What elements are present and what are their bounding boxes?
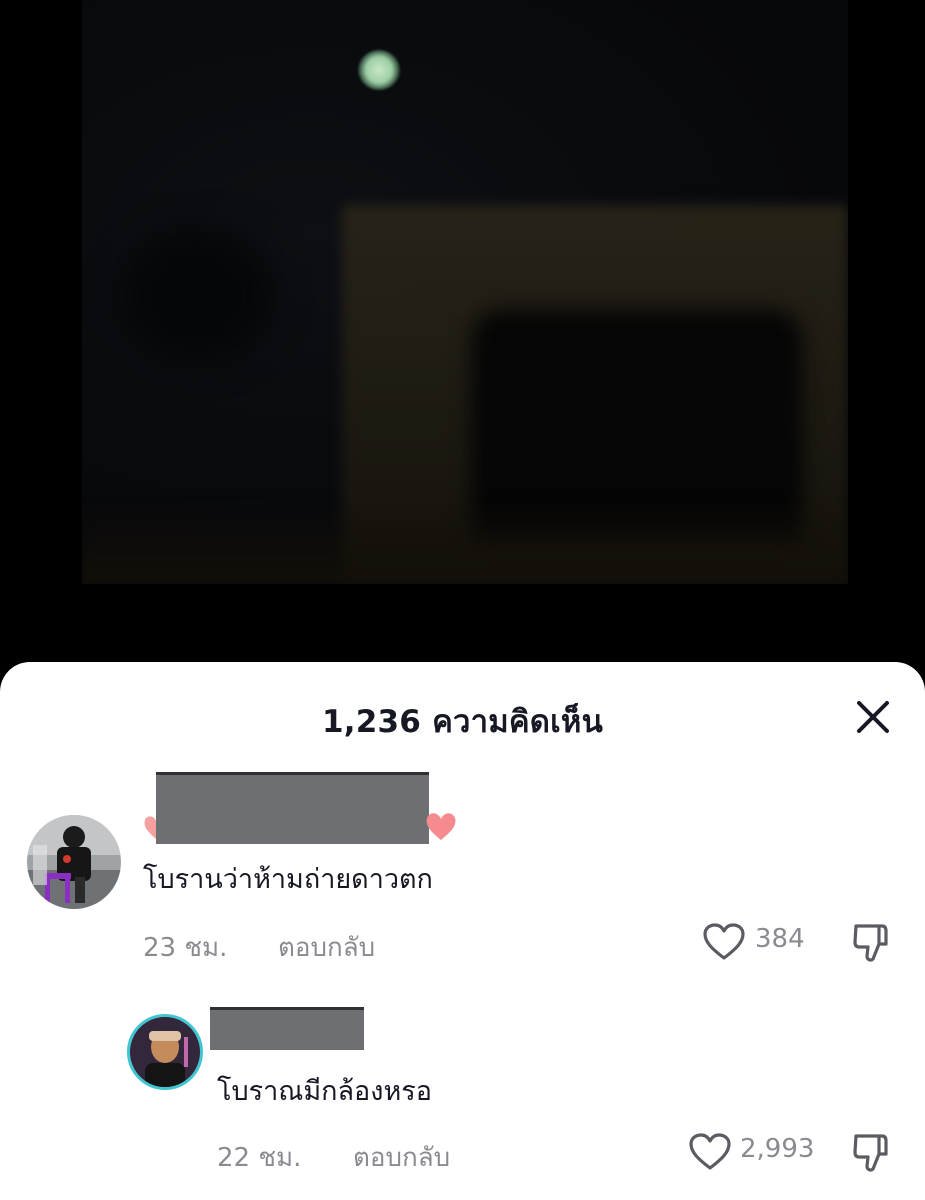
like-count: 384 xyxy=(755,924,805,954)
like-button[interactable] xyxy=(688,1132,732,1172)
comment-item: โบรานว่าห้ามถ่ายดาวตก 23 ชม. ตอบกลับ 384 xyxy=(0,772,925,982)
heart-outline-icon xyxy=(703,923,745,960)
video-floor xyxy=(82,500,848,584)
avatar-image xyxy=(27,815,121,909)
comment-text: โบรานว่าห้ามถ่ายดาวตก xyxy=(143,864,433,895)
avatar[interactable] xyxy=(27,815,121,909)
reply-button[interactable]: ตอบกลับ xyxy=(278,927,375,968)
avatar-image xyxy=(130,1017,200,1087)
heart-outline-icon xyxy=(689,1133,731,1170)
video-shadow xyxy=(122,230,272,360)
thumbs-down-icon xyxy=(853,924,888,962)
comments-count-title: 1,236 ความคิดเห็น xyxy=(0,696,925,746)
comments-count: 1,236 xyxy=(322,704,422,740)
heart-icon xyxy=(426,813,456,840)
comments-sheet: 1,236 ความคิดเห็น โบรานว่าห้ามถ่ายดาวตก … xyxy=(0,662,925,1200)
close-icon xyxy=(857,701,889,733)
comments-header: 1,236 ความคิดเห็น xyxy=(0,662,925,772)
comment-time: 22 ชม. xyxy=(217,1143,302,1173)
comment-text: โบราณมีกล้องหรอ xyxy=(217,1076,432,1107)
close-button[interactable] xyxy=(850,694,896,740)
video-player[interactable] xyxy=(82,0,848,584)
avatar[interactable] xyxy=(127,1014,203,1090)
screen: 1,236 ความคิดเห็น โบรานว่าห้ามถ่ายดาวตก … xyxy=(0,0,925,1200)
like-count: 2,993 xyxy=(740,1134,815,1164)
comments-count-label: ความคิดเห็น xyxy=(432,704,603,740)
reply-button[interactable]: ตอบกลับ xyxy=(353,1137,450,1178)
comment-time: 23 ชม. xyxy=(143,933,228,963)
username-redacted[interactable] xyxy=(210,1007,364,1050)
dislike-button[interactable] xyxy=(852,922,892,964)
username-redacted[interactable] xyxy=(156,772,429,844)
like-button[interactable] xyxy=(702,922,746,962)
meteor-light xyxy=(358,50,400,90)
dislike-button[interactable] xyxy=(852,1132,892,1174)
thumbs-down-icon xyxy=(853,1134,888,1172)
comment-item: โบราณมีกล้องหรอ 22 ชม. ตอบกลับ 2,993 xyxy=(0,1007,925,1197)
